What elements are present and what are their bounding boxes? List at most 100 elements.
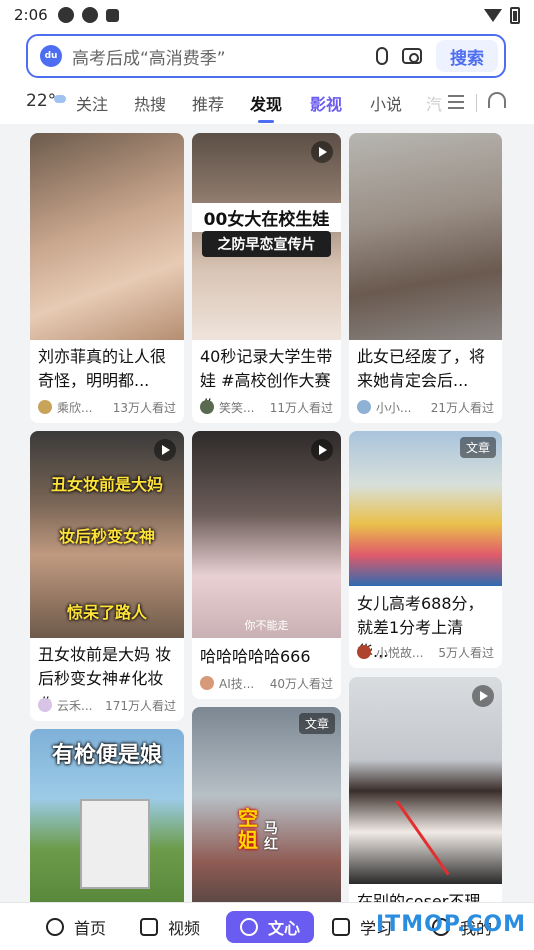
card-author: AI技...	[219, 676, 255, 691]
video-icon	[140, 918, 158, 936]
notification-icon	[57, 7, 74, 23]
article-badge: 文章	[459, 437, 496, 458]
play-icon	[472, 685, 494, 707]
wifi-icon	[484, 8, 502, 22]
card-thumbnail	[349, 677, 502, 884]
channel-tabs: 22° 关注 热搜 推荐 发现 影视 小说 汽	[0, 86, 534, 123]
microphone-icon[interactable]	[376, 47, 388, 65]
feed-card[interactable]: 在别的coser不理你	[349, 677, 502, 902]
feed-card[interactable]: 文章 女儿高考688分，就差1分考上清华... 小悦故... 5万人看过	[349, 431, 502, 668]
card-author: 小小...	[376, 400, 412, 415]
card-thumbnail: 有枪便是娘	[30, 729, 184, 902]
nav-wenxin[interactable]: 文心	[226, 911, 315, 943]
card-meta: AI技... 40万人看过	[200, 674, 333, 692]
tab-film[interactable]: 影视	[310, 91, 342, 115]
card-author: 乘欣...	[57, 400, 93, 415]
status-bar: 2:06	[0, 0, 534, 30]
nav-video-label: 视频	[168, 919, 201, 938]
tab-novel[interactable]: 小说	[370, 91, 402, 115]
card-author: 小悦故...	[376, 645, 424, 660]
card-thumbnail	[349, 133, 502, 340]
card-title: 此女已经废了，将来她肯定会后...	[357, 347, 486, 390]
search-input[interactable]: 高考后成“高消费季”	[72, 44, 376, 69]
card-title: 刘亦菲真的让人很奇怪，明明都...	[38, 347, 167, 390]
card-meta: 云禾... 171万人看过	[38, 696, 176, 714]
thumbnail-caption: 00女大在校生娃	[192, 203, 341, 232]
tab-recommend[interactable]: 推荐	[192, 91, 224, 115]
header: du 高考后成“高消费季” 搜索 22° 关注 热搜 推荐 发现 影视 小说 汽	[0, 30, 534, 124]
card-views: 40万人看过	[269, 676, 333, 691]
thumbnail-caption: 妆后秒变女神	[58, 527, 155, 546]
baidu-logo-icon: du	[40, 45, 62, 67]
card-views: 11万人看过	[269, 400, 333, 415]
card-title: 哈哈哈哈哈666	[200, 647, 311, 666]
thumbnail-caption: 有枪便是娘	[51, 743, 162, 768]
card-meta: 小小... 21万人看过	[357, 398, 494, 416]
tab-hot-search[interactable]: 热搜	[134, 91, 166, 115]
play-icon	[154, 439, 176, 461]
feed-grid: 刘亦菲真的让人很奇怪，明明都... 乘欣... 13万人看过 丑女妆前是大妈 妆…	[0, 124, 534, 902]
thumbnail-caption: 惊呆了路人	[66, 603, 147, 622]
nav-video[interactable]: 视频	[140, 911, 200, 943]
card-views: 21万人看过	[430, 400, 494, 415]
card-thumbnail: 文章 空姐 马红	[192, 707, 341, 902]
card-meta: 小悦故... 5万人看过	[357, 643, 494, 661]
card-views: 5万人看过	[438, 645, 494, 660]
feed-card[interactable]: 刘亦菲真的让人很奇怪，明明都... 乘欣... 13万人看过	[30, 133, 184, 423]
card-views: 171万人看过	[105, 698, 176, 713]
battery-icon	[510, 6, 520, 24]
feed-card[interactable]: 文章 空姐 马红	[192, 707, 341, 902]
card-author: 云禾...	[57, 698, 93, 713]
camera-icon[interactable]	[402, 48, 422, 64]
learn-icon	[332, 918, 350, 936]
feed-card[interactable]: 00女大在校生娃 之防早恋宣传片 40秒记录大学生带娃 #高校创作大赛# 笑笑.…	[192, 133, 341, 423]
thumbnail-caption: 马红	[264, 821, 278, 853]
card-meta: 乘欣... 13万人看过	[38, 398, 176, 416]
card-thumbnail: 你不能走	[192, 431, 341, 638]
avatar	[38, 698, 52, 712]
tab-follow[interactable]: 关注	[76, 91, 108, 115]
feed-card[interactable]: 有枪便是娘	[30, 729, 184, 902]
feed-card[interactable]: 此女已经废了，将来她肯定会后... 小小... 21万人看过	[349, 133, 502, 423]
character-figure	[80, 799, 150, 889]
headphones-icon[interactable]	[488, 92, 506, 108]
play-icon	[311, 141, 333, 163]
nav-wenxin-label: 文心	[268, 919, 301, 938]
nav-home[interactable]: 首页	[46, 911, 106, 943]
article-badge: 文章	[298, 713, 335, 734]
card-thumbnail: 文章	[349, 431, 502, 586]
wenxin-icon	[240, 918, 258, 936]
card-views: 13万人看过	[112, 400, 176, 415]
card-title: 在别的coser不理你	[357, 892, 481, 902]
feed-card[interactable]: 你不能走 哈哈哈哈哈666 AI技... 40万人看过	[192, 431, 341, 699]
menu-icon[interactable]	[448, 95, 464, 109]
card-thumbnail	[30, 133, 184, 340]
avatar	[38, 400, 52, 414]
weather-widget[interactable]: 22°	[26, 91, 67, 111]
status-time: 2:06	[14, 6, 48, 24]
baidu-paw-icon	[46, 918, 64, 936]
card-thumbnail: 丑女妆前是大妈 妆后秒变女神 惊呆了路人	[30, 431, 184, 638]
avatar	[357, 400, 371, 414]
card-meta: 笑笑... 11万人看过	[200, 398, 333, 416]
tab-auto[interactable]: 汽	[426, 91, 442, 115]
card-thumbnail: 00女大在校生娃 之防早恋宣传片	[192, 133, 341, 340]
avatar	[357, 645, 371, 659]
feed-card[interactable]: 丑女妆前是大妈 妆后秒变女神 惊呆了路人 丑女妆前是大妈 妆后秒变女神#化妆# …	[30, 431, 184, 721]
search-bar[interactable]: du 高考后成“高消费季” 搜索	[26, 34, 506, 78]
card-author: 笑笑...	[219, 400, 255, 415]
thumbnail-caption: 你不能走	[244, 619, 289, 632]
play-icon	[311, 439, 333, 461]
avatar	[200, 676, 214, 690]
search-button[interactable]: 搜索	[436, 40, 498, 72]
nav-home-label: 首页	[74, 919, 107, 938]
divider	[476, 94, 477, 112]
tab-discover[interactable]: 发现	[250, 91, 282, 123]
cloud-icon	[54, 95, 67, 103]
notification-icon	[105, 8, 119, 22]
notification-icon	[81, 7, 98, 23]
weather-temperature: 22°	[26, 91, 57, 111]
avatar	[200, 400, 214, 414]
thumbnail-caption: 之防早恋宣传片	[202, 231, 331, 257]
thumbnail-caption: 丑女妆前是大妈	[50, 475, 163, 494]
